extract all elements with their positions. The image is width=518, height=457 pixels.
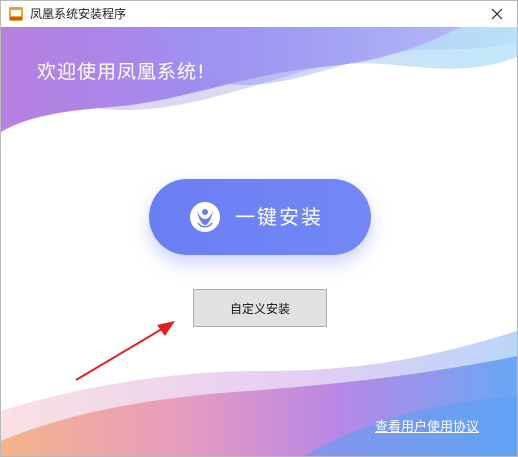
custom-install-button[interactable]: 自定义安装 bbox=[193, 289, 327, 327]
red-arrow-annotation bbox=[75, 321, 175, 381]
one-click-install-button[interactable]: 一键安装 bbox=[149, 179, 371, 255]
app-icon bbox=[9, 7, 23, 21]
close-icon bbox=[491, 8, 503, 20]
user-agreement-link[interactable]: 查看用户使用协议 bbox=[375, 416, 479, 435]
one-click-install-label: 一键安装 bbox=[235, 205, 323, 229]
window-title: 凤凰系统安装程序 bbox=[30, 7, 127, 21]
title-bar: 凤凰系统安装程序 bbox=[1, 1, 517, 27]
installer-window: 凤凰系统安装程序 欢迎使用凤凰系统! 一键安装 自定义安装 查看用户使用协议 bbox=[0, 0, 518, 457]
close-button[interactable] bbox=[477, 1, 517, 27]
welcome-heading: 欢迎使用凤凰系统! bbox=[37, 61, 206, 83]
phoenix-logo-icon bbox=[190, 202, 220, 232]
